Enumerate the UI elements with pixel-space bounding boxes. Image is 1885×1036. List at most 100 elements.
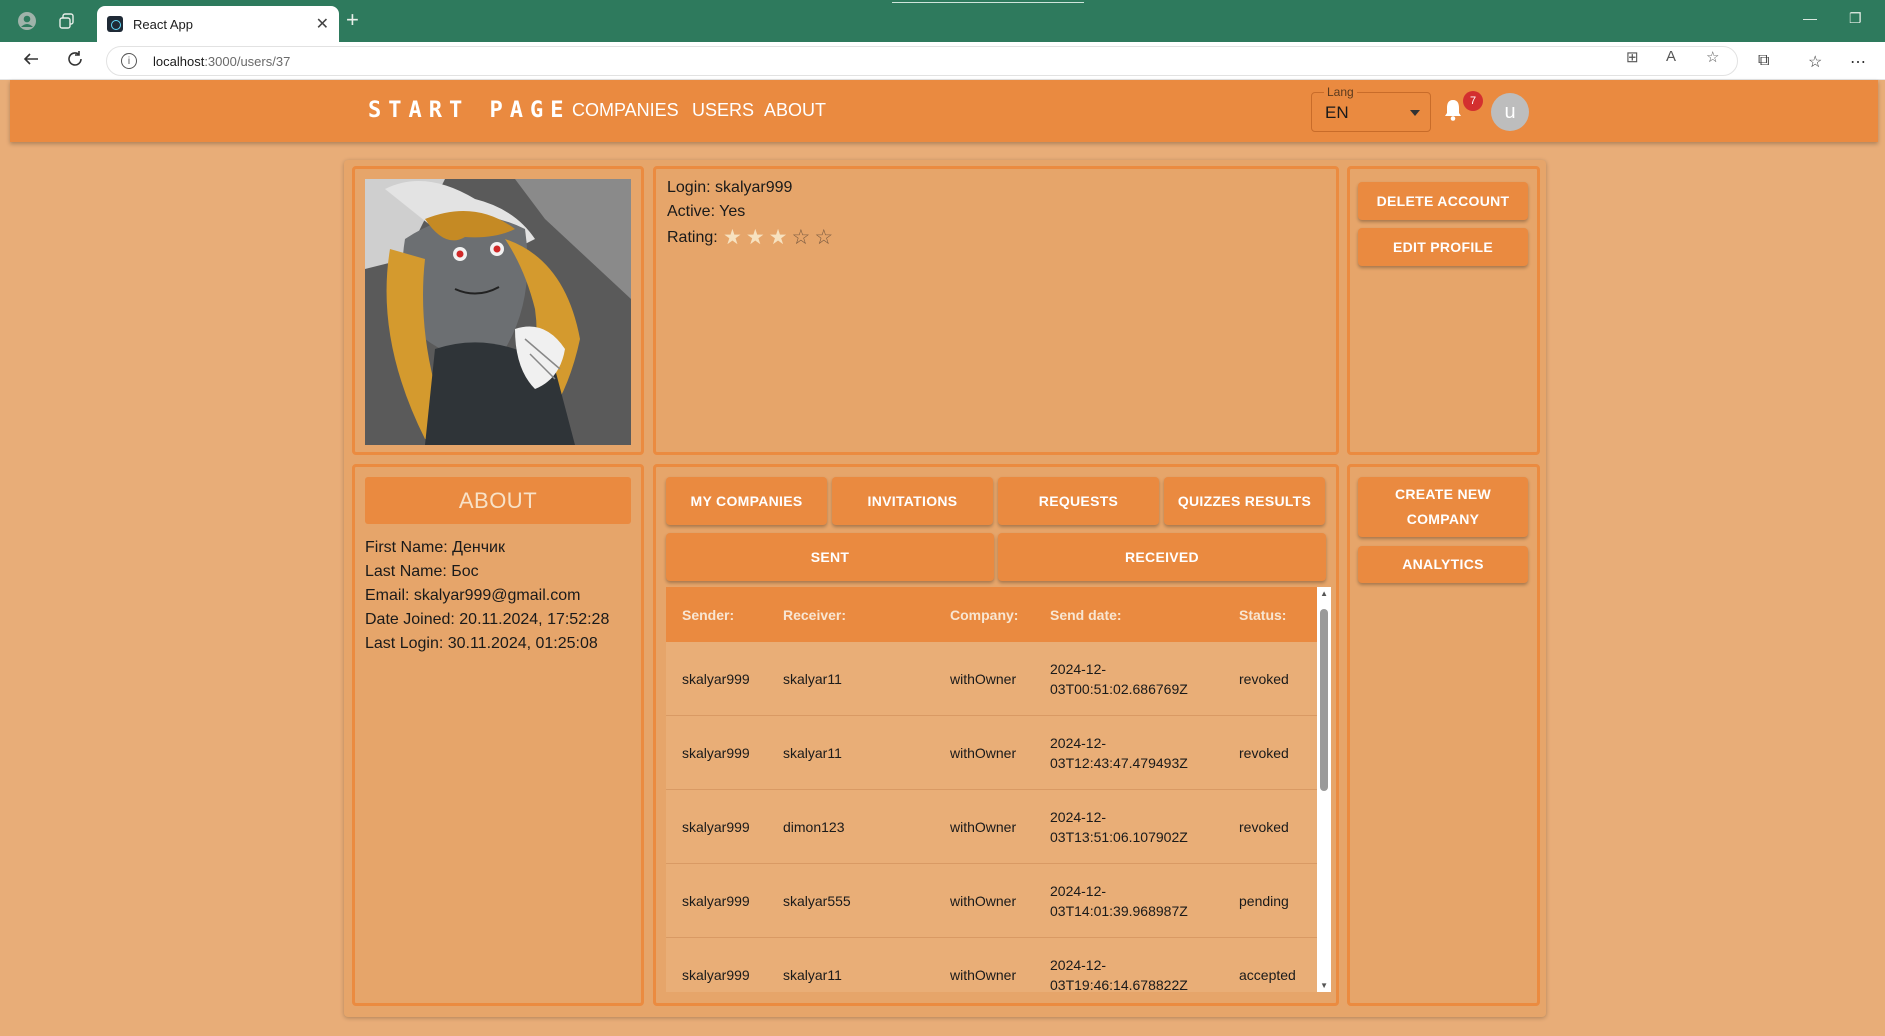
date-joined-text: Date Joined: 20.11.2024, 17:52:28 <box>365 611 610 628</box>
cell-company: withOwner <box>950 893 1017 909</box>
table-row[interactable]: skalyar999 skalyar11 withOwner 2024-12- … <box>666 642 1317 716</box>
tab-my-companies[interactable]: MY COMPANIES <box>666 477 827 525</box>
more-icon[interactable]: ⋯ <box>1850 52 1866 72</box>
header-status: Status: <box>1239 607 1287 623</box>
cell-sender: skalyar999 <box>682 967 750 983</box>
table-scrollbar[interactable]: ▲ ▼ <box>1317 587 1331 992</box>
react-favicon-icon <box>107 16 123 32</box>
cell-receiver: skalyar11 <box>783 745 842 761</box>
star-empty-icon[interactable]: ☆ <box>814 227 833 248</box>
cell-date-line1: 2024-12- <box>1050 735 1107 751</box>
first-name-text: First Name: Денчик <box>365 539 505 556</box>
new-tab-icon[interactable]: + <box>346 9 359 31</box>
cell-company: withOwner <box>950 967 1017 983</box>
bell-icon[interactable] <box>1442 98 1464 122</box>
favorite-star-icon[interactable]: ☆ <box>1706 48 1719 66</box>
cell-receiver: skalyar11 <box>783 671 842 687</box>
profile-container: Login: skalyar999 Active: Yes Rating: ★ ★… <box>344 160 1546 1017</box>
login-text: Login: skalyar999 <box>667 179 793 196</box>
url-host: localhost <box>153 53 205 69</box>
url-input[interactable]: i localhost:3000/users/37 <box>106 46 1738 76</box>
extensions-icon[interactable]: ⧉ <box>1758 52 1769 70</box>
workspaces-icon[interactable] <box>54 8 80 34</box>
tab-received[interactable]: RECEIVED <box>998 533 1326 581</box>
site-info-icon[interactable]: i <box>121 53 137 69</box>
reload-icon[interactable] <box>66 50 84 73</box>
cell-status: revoked <box>1239 819 1289 835</box>
tab-quizzes-results[interactable]: QUIZZES RESULTS <box>1164 477 1325 525</box>
star-filled-icon[interactable]: ★ <box>769 227 788 248</box>
cell-date-line2: 03T19:46:14.678822Z <box>1050 977 1188 992</box>
cell-status: revoked <box>1239 745 1289 761</box>
tab-invitations[interactable]: INVITATIONS <box>832 477 993 525</box>
delete-account-button[interactable]: DELETE ACCOUNT <box>1358 182 1528 220</box>
notification-badge: 7 <box>1463 91 1483 111</box>
brand-start-page[interactable]: START PAGE <box>368 98 570 123</box>
cell-company: withOwner <box>950 671 1017 687</box>
table-row[interactable]: skalyar999 dimon123 withOwner 2024-12- 0… <box>666 790 1317 864</box>
cell-company: withOwner <box>950 745 1017 761</box>
restore-icon[interactable]: ❐ <box>1849 10 1862 27</box>
address-toolbar: i localhost:3000/users/37 ⊞ A ☆ ⧉ ☆ ⋯ <box>0 42 1885 80</box>
nav-about[interactable]: ABOUT <box>764 100 826 121</box>
header-company: Company: <box>950 607 1019 623</box>
cell-date-line2: 03T13:51:06.107902Z <box>1050 829 1188 845</box>
language-value: EN <box>1325 103 1349 122</box>
language-label: Lang <box>1324 85 1357 99</box>
activity-panel: MY COMPANIES INVITATIONS REQUESTS QUIZZE… <box>653 464 1339 1006</box>
minimize-icon[interactable]: ― <box>1803 10 1817 26</box>
nav-users[interactable]: USERS <box>692 100 754 121</box>
app-header: START PAGE COMPANIES USERS ABOUT Lang EN… <box>10 80 1878 142</box>
language-select[interactable]: Lang EN <box>1311 85 1431 132</box>
cell-sender: skalyar999 <box>682 893 750 909</box>
cell-date-line1: 2024-12- <box>1050 883 1107 899</box>
read-aloud-icon[interactable]: A <box>1666 48 1676 65</box>
star-empty-icon[interactable]: ☆ <box>791 227 810 248</box>
active-text: Active: Yes <box>667 203 746 220</box>
browser-tab[interactable]: React App ✕ <box>97 6 339 42</box>
table-row[interactable]: skalyar999 skalyar11 withOwner 2024-12- … <box>666 716 1317 790</box>
last-login-text: Last Login: 30.11.2024, 01:25:08 <box>365 635 598 652</box>
photo-panel <box>352 166 644 455</box>
table-row[interactable]: skalyar999 skalyar555 withOwner 2024-12-… <box>666 864 1317 938</box>
back-icon[interactable] <box>22 50 40 73</box>
nav-companies[interactable]: COMPANIES <box>572 100 679 121</box>
cell-receiver: dimon123 <box>783 819 845 835</box>
create-new-company-button[interactable]: CREATE NEW COMPANY <box>1358 477 1528 537</box>
star-filled-icon[interactable]: ★ <box>746 227 765 248</box>
cell-date-line1: 2024-12- <box>1050 957 1107 973</box>
profile-photo <box>365 179 631 445</box>
edit-profile-button[interactable]: EDIT PROFILE <box>1358 228 1528 266</box>
email-text: Email: skalyar999@gmail.com <box>365 587 581 604</box>
header-send-date: Send date: <box>1050 607 1122 623</box>
tab-requests[interactable]: REQUESTS <box>998 477 1159 525</box>
cell-sender: skalyar999 <box>682 819 750 835</box>
header-receiver: Receiver: <box>783 607 847 623</box>
cell-date-line1: 2024-12- <box>1050 661 1107 677</box>
star-filled-icon[interactable]: ★ <box>723 227 742 248</box>
window-drag-handle[interactable] <box>892 0 1084 3</box>
scrollbar-thumb[interactable] <box>1320 609 1328 791</box>
tab-close-icon[interactable]: ✕ <box>316 14 329 34</box>
company-actions-panel: CREATE NEW COMPANY ANALYTICS <box>1347 464 1540 1006</box>
create-company-label-line1: CREATE NEW <box>1394 486 1492 502</box>
table-row[interactable]: skalyar999 skalyar11 withOwner 2024-12- … <box>666 938 1317 992</box>
rating-label: Rating: <box>667 229 718 246</box>
about-panel: ABOUT First Name: Денчик Last Name: Бос … <box>352 464 644 1006</box>
scroll-up-icon[interactable]: ▲ <box>1320 589 1328 598</box>
app-available-icon[interactable]: ⊞ <box>1626 48 1639 66</box>
favorites-icon[interactable]: ☆ <box>1808 52 1822 72</box>
cell-status: pending <box>1239 893 1289 909</box>
url-path: :3000/users/37 <box>204 53 291 69</box>
analytics-button[interactable]: ANALYTICS <box>1358 546 1528 583</box>
user-info-panel: Login: skalyar999 Active: Yes Rating: ★ ★… <box>653 166 1339 455</box>
cell-sender: skalyar999 <box>682 745 750 761</box>
cell-status: revoked <box>1239 671 1289 687</box>
cell-receiver: skalyar11 <box>783 967 842 983</box>
scroll-down-icon[interactable]: ▼ <box>1320 981 1328 990</box>
cell-receiver: skalyar555 <box>783 893 851 909</box>
profile-icon[interactable] <box>14 8 40 34</box>
user-avatar[interactable]: u <box>1491 93 1529 131</box>
cell-date-line2: 03T12:43:47.479493Z <box>1050 755 1188 771</box>
tab-sent[interactable]: SENT <box>666 533 994 581</box>
